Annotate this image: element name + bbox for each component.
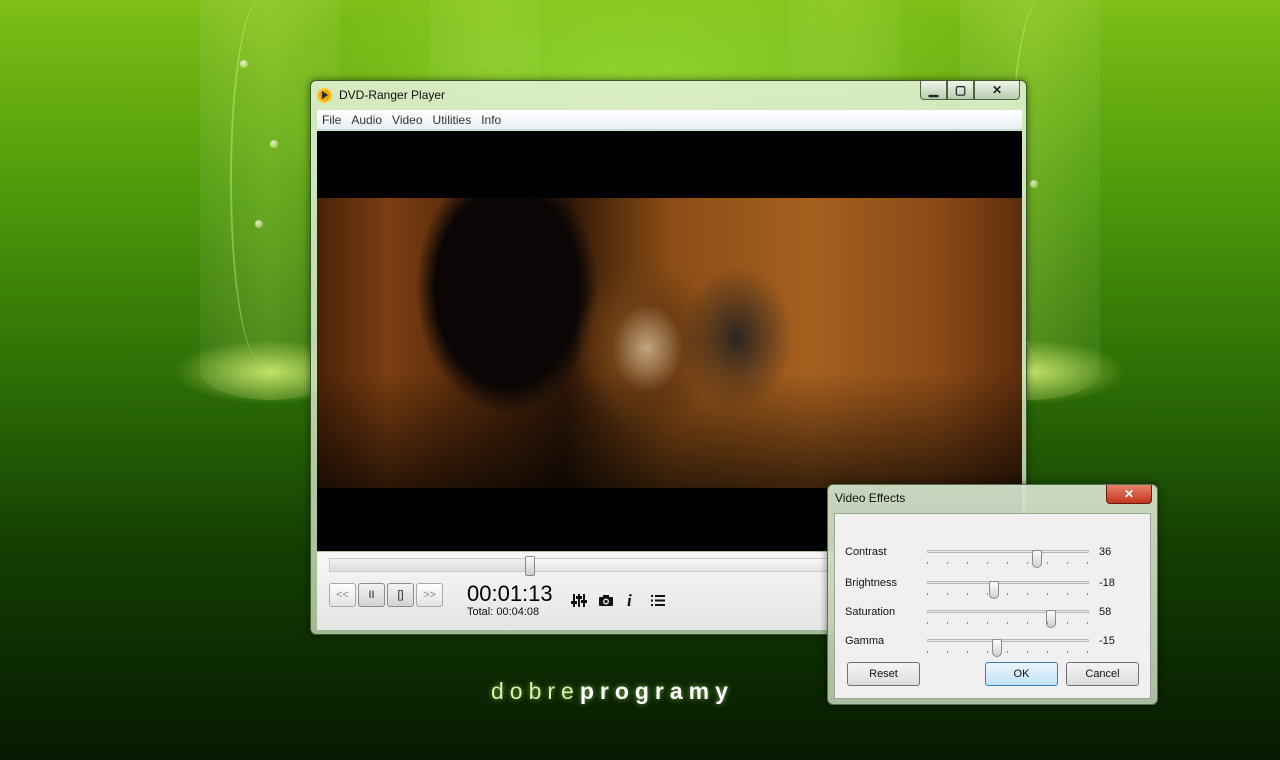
close-button[interactable]: ✕ (974, 81, 1020, 100)
contrast-slider[interactable] (927, 550, 1089, 568)
brand-logo: dobreprogramy (491, 678, 734, 704)
pause-button[interactable]: II (358, 583, 385, 607)
slider-label: Brightness (845, 577, 897, 589)
menu-info[interactable]: Info (476, 113, 506, 127)
slider-thumb[interactable] (988, 581, 999, 599)
forward-button[interactable]: >> (416, 583, 443, 607)
saturation-slider[interactable] (927, 610, 1089, 628)
dialog-body: Contrast 36 Brightness -18 Saturation 58… (834, 513, 1151, 699)
slider-thumb[interactable] (1031, 550, 1042, 568)
cancel-button[interactable]: Cancel (1066, 662, 1139, 686)
stop-button[interactable]: [] (387, 583, 414, 607)
slider-label: Saturation (845, 606, 896, 618)
menu-audio[interactable]: Audio (346, 113, 387, 127)
slider-value: 36 (1099, 546, 1112, 558)
bubble (240, 60, 248, 68)
slider-value: -15 (1099, 635, 1115, 647)
current-time: 00:01:13 (467, 581, 553, 606)
equalizer-icon[interactable] (571, 593, 587, 611)
info-icon[interactable]: i (627, 592, 632, 609)
window-title: DVD-Ranger Player (339, 88, 446, 102)
maximize-button[interactable]: ▢ (947, 81, 974, 100)
title-bar[interactable]: DVD-Ranger Player ▁ ▢ ✕ (311, 81, 1026, 109)
brightness-slider[interactable] (927, 581, 1089, 599)
slider-row-saturation: Saturation 58 (835, 603, 1150, 628)
menu-file[interactable]: File (317, 113, 346, 127)
video-frame (317, 198, 1022, 488)
slider-value: -18 (1099, 577, 1115, 589)
video-effects-dialog: Video Effects ✕ Contrast 36 Brightness -… (827, 484, 1158, 705)
dvd-ranger-play-icon (317, 88, 332, 103)
minimize-button[interactable]: ▁ (920, 81, 947, 100)
slider-label: Contrast (845, 546, 887, 558)
menu-bar: File Audio Video Utilities Info (317, 110, 1022, 130)
gamma-slider[interactable] (927, 639, 1089, 657)
camera-icon[interactable] (598, 593, 614, 611)
slider-label: Gamma (845, 635, 885, 647)
menu-video[interactable]: Video (387, 113, 427, 127)
ok-button[interactable]: OK (985, 662, 1058, 686)
slider-value: 58 (1099, 606, 1112, 618)
total-time: Total: 00:04:08 (467, 606, 540, 618)
slider-row-gamma: Gamma -15 (835, 632, 1150, 657)
dialog-close-button[interactable]: ✕ (1106, 485, 1152, 504)
slider-thumb[interactable] (991, 639, 1002, 657)
bubble (270, 140, 278, 148)
slider-row-contrast: Contrast 36 (835, 543, 1150, 568)
bubble (1030, 180, 1038, 188)
bubble (255, 220, 263, 228)
caption-buttons: ▁ ▢ ✕ (920, 81, 1020, 101)
slider-row-brightness: Brightness -18 (835, 574, 1150, 599)
seek-thumb[interactable] (524, 556, 535, 576)
rewind-button[interactable]: << (329, 583, 356, 607)
slider-thumb[interactable] (1046, 610, 1057, 628)
dialog-title: Video Effects (835, 491, 906, 505)
swirl-line (230, 0, 290, 360)
reset-button[interactable]: Reset (847, 662, 920, 686)
playlist-icon[interactable] (650, 593, 666, 611)
menu-utilities[interactable]: Utilities (428, 113, 477, 127)
